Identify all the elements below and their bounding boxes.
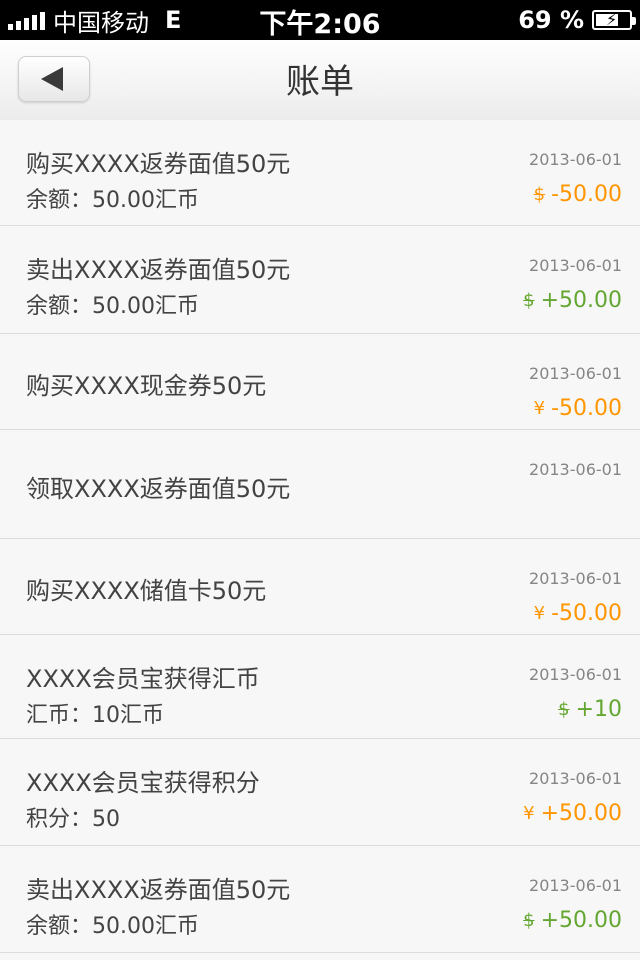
bill-title: 卖出XXXX返券面值50元 bbox=[26, 876, 291, 904]
bill-amount-value: +50.00 bbox=[540, 801, 622, 826]
bill-date: 2013-06-01 bbox=[529, 256, 622, 275]
bill-amount: $ +10 bbox=[558, 697, 622, 722]
bill-title: 购买XXXX返券面值50元 bbox=[26, 150, 291, 178]
bill-subtitle: 余额：50.00汇币 bbox=[26, 914, 199, 939]
bill-row[interactable]: 购买XXXX返券面值50元 余额：50.00汇币 2013-06-01 $ -50.00 bbox=[0, 120, 640, 226]
bill-date: 2013-06-01 bbox=[529, 150, 622, 169]
bill-date: 2013-06-01 bbox=[529, 665, 622, 684]
bill-amount: $ +50.00 bbox=[523, 908, 622, 933]
bill-title: XXXX会员宝获得积分 bbox=[26, 769, 260, 797]
bill-row[interactable]: 领取XXXX返券面值50元 2013-06-01 bbox=[0, 430, 640, 539]
bill-row[interactable]: XXXX会员宝获得汇币 汇币：10汇币 2013-06-01 $ +10 bbox=[0, 635, 640, 739]
bill-date: 2013-06-01 bbox=[529, 364, 622, 383]
bill-amount: $ +50.00 bbox=[523, 288, 622, 313]
bill-date: 2013-06-01 bbox=[529, 460, 622, 479]
bill-amount: ¥ -50.00 bbox=[534, 396, 622, 421]
bill-row[interactable]: 购买XXXX储值卡50元 2013-06-01 ¥ -50.00 bbox=[0, 539, 640, 635]
coin-currency-icon: $ bbox=[558, 699, 570, 720]
bill-row[interactable]: 购买XXXX现金券50元 2013-06-01 ¥ -50.00 bbox=[0, 334, 640, 430]
battery-percent: 69 % bbox=[518, 6, 584, 34]
bill-subtitle: 余额：50.00汇币 bbox=[26, 294, 199, 319]
bill-amount: $ -50.00 bbox=[534, 182, 622, 207]
bill-row[interactable]: 卖出XXXX返券面值50元 余额：50.00汇币 2013-06-01 $ +50.00 bbox=[0, 846, 640, 953]
bill-date: 2013-06-01 bbox=[529, 769, 622, 788]
bill-date: 2013-06-01 bbox=[529, 569, 622, 588]
status-right: 69 % ⚡ bbox=[518, 4, 636, 36]
bill-amount-value: -50.00 bbox=[551, 182, 622, 207]
yuan-currency-icon: ¥ bbox=[533, 398, 546, 419]
bill-date: 2013-06-01 bbox=[529, 876, 622, 895]
bill-subtitle: 汇币：10汇币 bbox=[26, 703, 164, 728]
bill-title: XXXX会员宝获得汇币 bbox=[26, 665, 260, 693]
page-title: 账单 bbox=[286, 62, 354, 102]
bill-list: 购买XXXX返券面值50元 余额：50.00汇币 2013-06-01 $ -50.00… bbox=[0, 120, 640, 953]
bill-amount-value: -50.00 bbox=[551, 601, 622, 626]
yuan-currency-icon: ¥ bbox=[523, 803, 535, 824]
bill-subtitle: 余额：50.00汇币 bbox=[26, 188, 199, 213]
battery-icon: ⚡ bbox=[592, 10, 636, 30]
bill-title: 购买XXXX储值卡50元 bbox=[26, 577, 267, 605]
yuan-currency-icon: ¥ bbox=[533, 603, 546, 624]
bill-row[interactable]: XXXX会员宝获得积分 积分：50 2013-06-01 ¥ +50.00 bbox=[0, 739, 640, 846]
bill-row[interactable]: 卖出XXXX返券面值50元 余额：50.00汇币 2013-06-01 $ +50.00 bbox=[0, 226, 640, 334]
bill-subtitle: 积分：50 bbox=[26, 807, 120, 832]
coin-currency-icon: $ bbox=[523, 910, 535, 931]
bill-amount: ¥ +50.00 bbox=[523, 801, 622, 826]
coin-currency-icon: $ bbox=[523, 290, 535, 311]
bill-amount-value: +10 bbox=[575, 697, 622, 722]
bill-amount: ¥ -50.00 bbox=[534, 601, 622, 626]
bill-amount-value: -50.00 bbox=[551, 396, 622, 421]
bill-title: 购买XXXX现金券50元 bbox=[26, 372, 267, 400]
status-bar: 中国移动 E 下午2:06 69 % ⚡ bbox=[0, 0, 640, 40]
bill-amount-value: +50.00 bbox=[540, 288, 622, 313]
nav-bar: 账单 bbox=[0, 40, 640, 121]
bill-title: 卖出XXXX返券面值50元 bbox=[26, 256, 291, 284]
bill-amount-value: +50.00 bbox=[540, 908, 622, 933]
bill-title: 领取XXXX返券面值50元 bbox=[26, 474, 291, 503]
coin-currency-icon: $ bbox=[533, 184, 546, 205]
